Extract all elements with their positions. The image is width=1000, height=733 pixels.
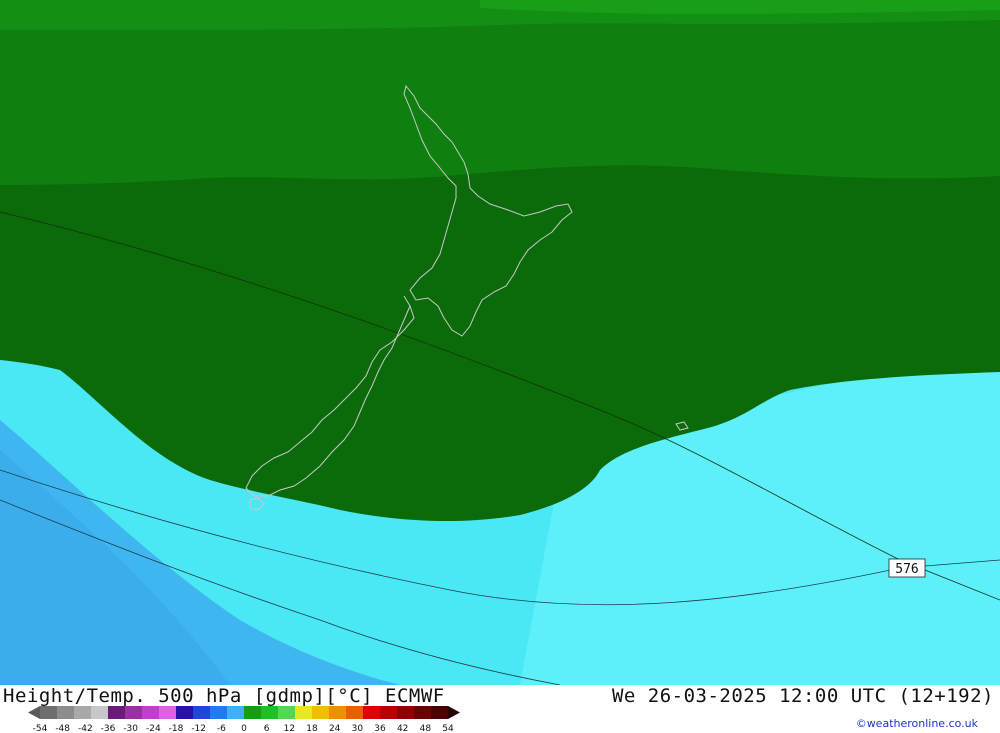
- contour-label: 576: [888, 558, 926, 578]
- colorbar-tick-label: 36: [374, 724, 386, 732]
- colorbar-swatch: [91, 706, 109, 719]
- colorbar-swatch: [40, 706, 58, 719]
- colorbar-tick-label: -18: [169, 724, 184, 732]
- colorbar-swatch: [329, 706, 347, 719]
- colorbar-tick-label: 42: [397, 724, 408, 732]
- colorbar-swatch: [74, 706, 92, 719]
- colorbar-tick-label: 6: [264, 724, 270, 732]
- map-title: Height/Temp. 500 hPa [gdmp][°C] ECMWF: [3, 685, 445, 707]
- colorbar-swatch: [363, 706, 381, 719]
- colorbar-tick-label: -54: [33, 724, 48, 732]
- colorbar-swatch: [108, 706, 126, 719]
- colorbar-swatch: [57, 706, 75, 719]
- weather-map: 576: [0, 0, 1000, 685]
- colorbar-swatch: [142, 706, 160, 719]
- colorbar: -54 -48 -42 -36 -30 -24 -18 -12 -6 0 6 12 18 24 30 36 42…: [28, 706, 460, 732]
- colorbar-swatch: [159, 706, 177, 719]
- credit-link[interactable]: ©weatheronline.co.uk: [856, 717, 978, 730]
- map-footer: Height/Temp. 500 hPa [gdmp][°C] ECMWF We…: [0, 685, 1000, 733]
- colorbar-tick-label: -12: [191, 724, 206, 732]
- colorbar-tick-label: 0: [241, 724, 247, 732]
- colorbar-swatch: [431, 706, 449, 719]
- colorbar-tick-label: 12: [284, 724, 295, 732]
- colorbar-swatch: [176, 706, 194, 719]
- colorbar-left-arrow: [28, 706, 40, 719]
- colorbar-tick-label: -24: [146, 724, 161, 732]
- contour-label-text: 576: [895, 562, 918, 577]
- valid-datetime: We 26-03-2025 12:00 UTC (12+192): [611, 685, 994, 707]
- colorbar-swatch: [125, 706, 143, 719]
- colorbar-swatch: [210, 706, 228, 719]
- colorbar-swatch: [244, 706, 262, 719]
- colorbar-swatch: [261, 706, 279, 719]
- colorbar-tick-label: -30: [123, 724, 138, 732]
- colorbar-right-arrow: [448, 706, 460, 719]
- colorbar-tick-label: -48: [55, 724, 70, 732]
- colorbar-tick-label: 54: [442, 724, 454, 732]
- colorbar-swatch: [312, 706, 330, 719]
- colorbar-tick-label: -6: [217, 724, 226, 732]
- colorbar-tick-label: 48: [420, 724, 432, 732]
- colorbar-swatch: [397, 706, 415, 719]
- colorbar-swatch: [193, 706, 211, 719]
- colorbar-tick-label: -42: [78, 724, 93, 732]
- colorbar-tick-label: -36: [101, 724, 116, 732]
- colorbar-tick-label: 30: [352, 724, 364, 732]
- colorbar-swatch: [346, 706, 364, 719]
- colorbar-tick-label: 24: [329, 724, 341, 732]
- colorbar-swatch: [414, 706, 432, 719]
- colorbar-swatch: [278, 706, 296, 719]
- colorbar-swatch: [227, 706, 245, 719]
- colorbar-swatch: [295, 706, 313, 719]
- colorbar-swatch: [380, 706, 398, 719]
- colorbar-tick-label: 18: [306, 724, 318, 732]
